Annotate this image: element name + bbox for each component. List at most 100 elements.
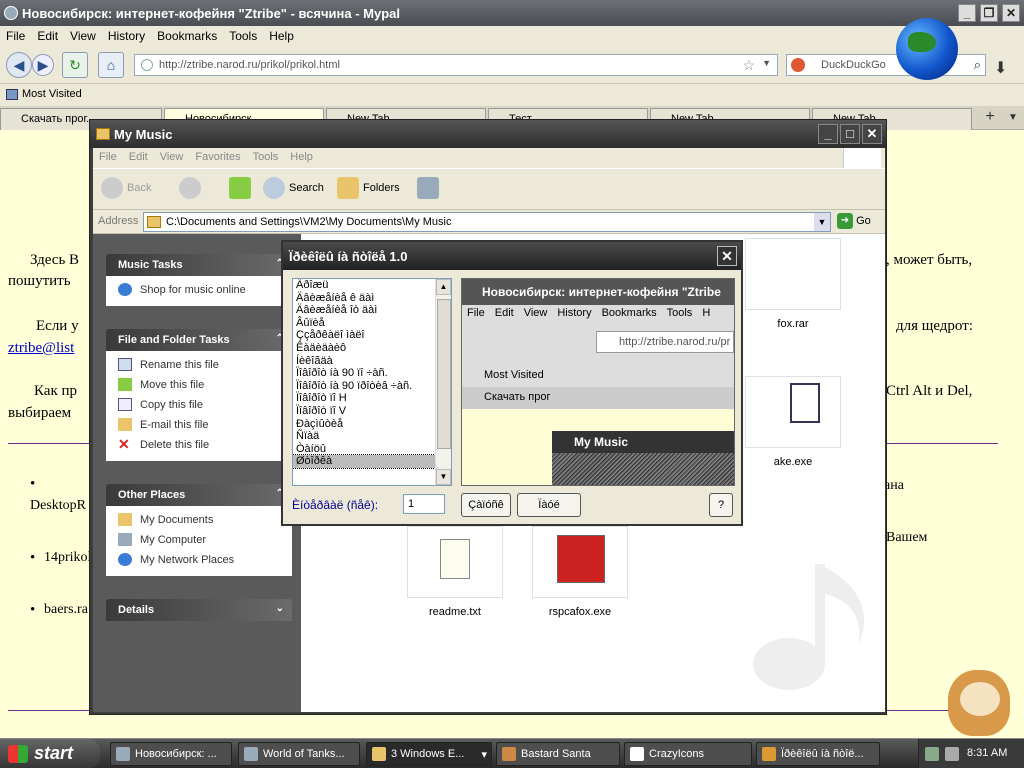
taskbar-item-wot[interactable]: World of Tanks... [238, 742, 360, 766]
taskbar-item-explorer[interactable]: 3 Windows E... ▾ [366, 742, 492, 766]
list-item[interactable]: Òàíöû [293, 443, 451, 456]
stop-button[interactable]: Ïàóé [517, 493, 581, 517]
exp-menu-tools[interactable]: Tools [247, 148, 285, 166]
copy-file[interactable]: Copy this file [106, 395, 292, 415]
other-places-header[interactable]: Other Places ⌃ [106, 484, 292, 506]
taskbar-item-santa[interactable]: Bastard Santa [496, 742, 620, 766]
expand-icon[interactable]: ⌄ [276, 603, 284, 614]
email-link[interactable]: ztribe@list [8, 340, 74, 357]
list-item-desktop[interactable]: DesktopR [30, 498, 86, 514]
list-item[interactable]: Âûïèå [293, 317, 451, 330]
forward-arrow-icon[interactable]: ▶ [32, 54, 54, 76]
go-button[interactable]: ➜ Go [837, 213, 871, 229]
maximize-button[interactable]: ❐ [980, 4, 998, 22]
my-computer-link[interactable]: My Computer [106, 530, 292, 550]
minimize-button[interactable]: _ [958, 4, 976, 22]
list-scrollbar[interactable]: ▲ ▼ [435, 279, 451, 485]
file-item-rar[interactable]: fox.rar [745, 238, 841, 330]
list-item[interactable]: Äâèæåíèå ê äàì [293, 292, 451, 305]
list-item[interactable]: Äâèæåíèå îò äàì [293, 304, 451, 317]
taskbar-item-crazyicons[interactable]: CrazyIcons [624, 742, 752, 766]
explorer-minimize-button[interactable]: _ [818, 124, 838, 144]
clock[interactable]: 8:31 AM [967, 747, 1007, 759]
bookmark-most-visited[interactable]: Most Visited [22, 88, 82, 100]
start-button[interactable]: start [0, 739, 100, 768]
duckduckgo-icon[interactable] [791, 58, 805, 72]
close-button[interactable]: ✕ [1002, 4, 1020, 22]
list-item[interactable]: Ñïàä [293, 430, 451, 443]
search-button[interactable]: Search [263, 177, 324, 203]
list-item-baers[interactable]: baers.ra [44, 602, 88, 618]
exp-menu-help[interactable]: Help [284, 148, 319, 166]
volume-icon[interactable] [945, 747, 959, 761]
url-bar[interactable]: http://ztribe.narod.ru/prikol/prikol.htm… [134, 54, 778, 76]
menu-edit[interactable]: Edit [31, 26, 64, 46]
exp-menu-file[interactable]: File [93, 148, 123, 166]
explorer-maximize-button[interactable]: □ [840, 124, 860, 144]
rename-file[interactable]: Rename this file [106, 355, 292, 375]
menu-help[interactable]: Help [263, 26, 300, 46]
url-dropdown-icon[interactable]: ▼ [762, 58, 771, 68]
list-item[interactable]: Äðîæü [293, 279, 451, 292]
email-file[interactable]: E-mail this file [106, 415, 292, 435]
my-documents-link[interactable]: My Documents [106, 510, 292, 530]
list-item[interactable]: Êàäèäàèô [293, 342, 451, 355]
scroll-thumb[interactable] [437, 299, 451, 449]
exp-menu-edit[interactable]: Edit [123, 148, 154, 166]
help-button[interactable]: ? [709, 493, 733, 517]
menu-history[interactable]: History [102, 26, 151, 46]
download-icon[interactable]: ⬇ [994, 58, 1007, 78]
list-item[interactable]: Ïîâîðîò ïî H [293, 392, 451, 405]
list-item-14prikol[interactable]: 14prikol [44, 550, 91, 566]
list-item[interactable]: Ïîâîðîò íà 90 ïðîòèâ ÷àñ. [293, 380, 451, 393]
file-item-rspcafox[interactable]: rspcafox.exe [532, 526, 628, 618]
tray-app-icon[interactable] [925, 747, 939, 761]
start-button[interactable]: Çàïóñê [461, 493, 511, 517]
tab-list-icon[interactable]: ▼ [1004, 108, 1022, 128]
move-file[interactable]: Move this file [106, 375, 292, 395]
task-label: World of Tanks... [263, 748, 345, 760]
menu-view[interactable]: View [64, 26, 102, 46]
my-network-link[interactable]: My Network Places [106, 550, 292, 570]
bookmark-star-icon[interactable]: ☆ [742, 57, 755, 74]
list-item[interactable]: Ïîâîðîò ïî V [293, 405, 451, 418]
explorer-close-button[interactable]: ✕ [862, 124, 882, 144]
menu-tools[interactable]: Tools [223, 26, 263, 46]
interval-input[interactable]: 1 [403, 494, 445, 514]
reload-icon[interactable]: ↻ [62, 52, 88, 78]
taskbar-item-mypal[interactable]: Новосибирск: ... [110, 742, 232, 766]
music-tasks-header[interactable]: Music Tasks ⌃ [106, 254, 292, 276]
list-item[interactable]: Ççåðêàëî ìàëî [293, 329, 451, 342]
menu-file[interactable]: File [0, 26, 31, 46]
menu-bookmarks[interactable]: Bookmarks [151, 26, 223, 46]
scroll-down-icon[interactable]: ▼ [436, 469, 451, 485]
scroll-up-icon[interactable]: ▲ [436, 279, 451, 295]
address-field[interactable]: C:\Documents and Settings\VM2\My Documen… [143, 212, 831, 232]
list-item[interactable]: Ðàçìûòèå [293, 418, 451, 431]
details-header[interactable]: Details ⌄ [106, 599, 292, 621]
folders-button[interactable]: Folders [337, 177, 400, 203]
list-item-selected[interactable]: Øòîðêà [293, 454, 451, 469]
file-item-readme[interactable]: readme.txt [407, 526, 503, 618]
taskbar-item-prank[interactable]: Ïðèêîëû íà ñòîë... [756, 742, 880, 766]
back-button[interactable]: Back [101, 177, 151, 203]
delete-file[interactable]: ✕ Delete this file [106, 435, 292, 455]
exp-menu-favorites[interactable]: Favorites [189, 148, 246, 166]
exp-menu-view[interactable]: View [154, 148, 190, 166]
back-arrow-icon[interactable]: ◀ [6, 52, 32, 78]
site-identity-icon[interactable] [141, 59, 153, 71]
effects-list[interactable]: Äðîæü Äâèæåíèå ê äàì Äâèæåíèå îò äàì Âûï… [292, 278, 452, 486]
search-icon[interactable]: ⌕ [974, 57, 981, 73]
new-tab-button[interactable]: + [980, 108, 1000, 128]
list-item[interactable]: Ïîâîðîò íà 90 ïî ÷àñ. [293, 367, 451, 380]
file-item-exe[interactable]: ake.exe [745, 376, 841, 468]
up-folder-button[interactable] [229, 177, 255, 203]
home-icon[interactable]: ⌂ [98, 52, 124, 78]
dialog-close-button[interactable]: ✕ [717, 246, 737, 266]
forward-button[interactable] [179, 177, 205, 203]
views-button[interactable] [417, 177, 443, 203]
shop-music-online[interactable]: Shop for music online [106, 280, 292, 300]
address-dropdown-icon[interactable]: ▼ [814, 213, 830, 231]
file-tasks-header[interactable]: File and Folder Tasks ⌃ [106, 329, 292, 351]
list-item[interactable]: Íèêîãäà [293, 355, 451, 368]
